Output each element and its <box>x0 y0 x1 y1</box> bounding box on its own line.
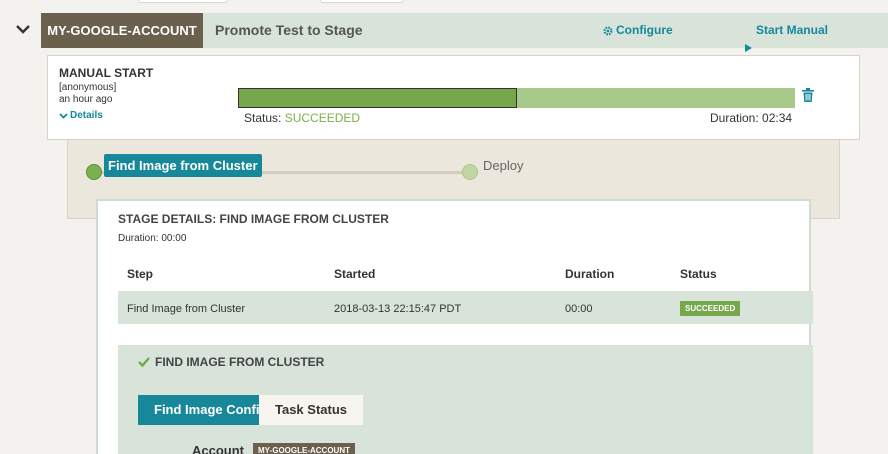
details-label: Details <box>70 110 103 121</box>
check-icon <box>138 357 150 367</box>
status-value: SUCCEEDED <box>284 111 361 125</box>
account-badge: MY-GOOGLE-ACCOUNT <box>253 443 355 454</box>
status-label: Status: <box>244 111 282 125</box>
play-icon <box>744 44 752 52</box>
execution-card: MANUAL START [anonymous] an hour ago Det… <box>47 55 860 140</box>
status-badge: SUCCEEDED <box>680 301 741 316</box>
column-header-started: Started <box>334 267 376 281</box>
stage-duration: Duration: 00:00 <box>118 233 186 244</box>
trigger-user: [anonymous] <box>59 82 117 93</box>
execution-status: Status: SUCCEEDED <box>244 111 360 125</box>
stage-duration-value: 00:00 <box>161 233 187 244</box>
step-name: Find Image from Cluster <box>127 303 245 315</box>
stage-node-deploy[interactable] <box>462 164 478 180</box>
chevron-down-icon <box>59 113 68 119</box>
configure-label: Configure <box>616 23 673 37</box>
column-header-step: Step <box>127 267 154 281</box>
column-header-status: Status <box>680 267 717 281</box>
step-started: 2018-03-13 22:15:47 PDT <box>334 303 462 315</box>
task-title-label: FIND IMAGE FROM CLUSTER <box>155 355 325 369</box>
execution-progress-bar[interactable] <box>238 88 795 108</box>
execution-progress-fill <box>238 88 517 108</box>
stage-node-find-image[interactable] <box>86 164 102 180</box>
stage-label-find-image[interactable]: Find Image from Cluster <box>104 154 262 177</box>
stage-duration-label: Duration: <box>118 233 159 244</box>
trigger-type: MANUAL START <box>59 66 154 80</box>
duration-label: Duration: <box>710 111 759 125</box>
gear-icon <box>603 25 613 36</box>
column-header-duration: Duration <box>565 267 615 281</box>
trigger-time: an hour ago <box>59 94 113 105</box>
stage-details-title: STAGE DETAILS: FIND IMAGE FROM CLUSTER <box>118 212 389 226</box>
step-duration: 00:00 <box>565 303 593 315</box>
stage-label-deploy[interactable]: Deploy <box>483 158 523 173</box>
tab-task-status[interactable]: Task Status <box>259 395 364 425</box>
chevron-down-icon[interactable] <box>14 20 32 38</box>
execution-duration: Duration: 02:34 <box>710 111 792 125</box>
task-title: FIND IMAGE FROM CLUSTER <box>138 355 324 369</box>
duration-value: 02:34 <box>762 111 793 125</box>
top-stub <box>138 0 228 3</box>
task-section: FIND IMAGE FROM CLUSTER Find Image Confi… <box>118 345 813 454</box>
stage-details-panel: STAGE DETAILS: FIND IMAGE FROM CLUSTER D… <box>96 199 813 454</box>
configure-link[interactable]: Configure <box>603 13 673 48</box>
trash-icon[interactable] <box>802 88 814 102</box>
pipeline-header: MY-GOOGLE-ACCOUNT Promote Test to Stage … <box>41 13 888 72</box>
pipeline-title: Promote Test to Stage <box>215 22 363 38</box>
account-tag: MY-GOOGLE-ACCOUNT <box>41 13 203 48</box>
account-field-label: Account <box>192 443 244 454</box>
details-toggle[interactable]: Details <box>59 110 103 121</box>
table-row[interactable]: Find Image from Cluster 2018-03-13 22:15… <box>118 291 813 324</box>
top-stub <box>320 0 404 3</box>
